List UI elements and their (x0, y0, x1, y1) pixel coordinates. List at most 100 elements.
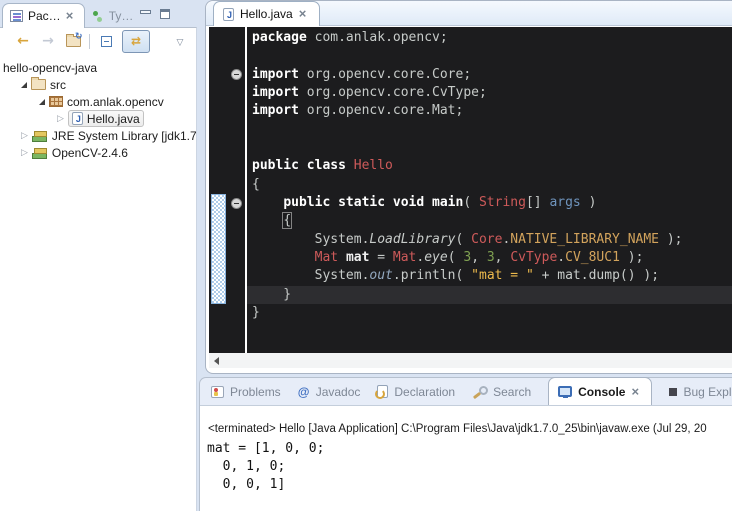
fold-collapse-icon[interactable] (231, 69, 242, 80)
expanded-arrow-icon[interactable] (39, 99, 45, 105)
tree-item-label: com.anlak.opencv (67, 95, 164, 109)
view-menu-button[interactable] (171, 31, 189, 51)
tree-item-com-anlak-opencv[interactable]: com.anlak.opencv (0, 93, 196, 110)
collapsed-arrow-icon[interactable]: ▷ (57, 114, 64, 123)
back-button[interactable] (14, 31, 32, 51)
back-icon (17, 32, 29, 50)
search-icon (472, 385, 487, 399)
code-line: import org.opencv.core.CvType; (247, 84, 732, 102)
tab-bug-explorer[interactable]: Bug Explorer (669, 385, 732, 399)
library-icon (32, 130, 48, 142)
editor-pane: Hello.java package com.anlak.opencv; imp… (205, 0, 732, 374)
collapsed-arrow-icon[interactable]: ▷ (21, 148, 28, 157)
editor-code-area[interactable]: package com.anlak.opencv; import org.ope… (209, 27, 732, 353)
view-menu-icon (177, 32, 184, 50)
collapse-all-button[interactable] (97, 31, 115, 51)
tab-label: Console (578, 385, 625, 399)
tab-label: Declaration (394, 385, 455, 399)
declaration-icon (377, 385, 388, 398)
left-tabbar: Pac… Ty… (2, 2, 197, 27)
library-icon (32, 147, 48, 159)
tree-item-label: JRE System Library [jdk1.7.0 (52, 129, 196, 143)
javadoc-icon (298, 386, 310, 398)
link-with-editor-button[interactable] (122, 30, 150, 53)
tree-item-jre-system-library-jdk1-7-0[interactable]: ▷ JRE System Library [jdk1.7.0 (0, 127, 196, 144)
tab-label: Bug Explorer (683, 385, 732, 399)
console-output-line: 0, 0, 1] (207, 476, 732, 494)
console-icon (558, 386, 572, 397)
collapsed-arrow-icon[interactable]: ▷ (21, 131, 28, 140)
up-folder-icon (66, 36, 81, 47)
package-explorer-panel: Pac… Ty… hello-opencv-java srccom.anlak.op… (0, 0, 197, 511)
tab-ty[interactable]: Ty… (85, 5, 141, 27)
toolbar-separator (89, 34, 90, 49)
tab-declaration[interactable]: Declaration (377, 385, 455, 399)
problems-icon (211, 386, 224, 398)
link-with-editor-icon (131, 32, 141, 50)
maximize-icon[interactable] (160, 9, 170, 19)
code-line (247, 47, 732, 65)
scroll-left-icon[interactable] (214, 357, 219, 365)
forward-icon (42, 32, 54, 50)
tab-javadoc[interactable]: Javadoc (298, 385, 361, 399)
code-line: } (247, 286, 732, 304)
tree-item-label: Hello.java (87, 112, 140, 126)
tab-label: Problems (230, 385, 281, 399)
tab-label: Search (493, 385, 531, 399)
bug-square-icon (669, 388, 677, 396)
code-line: } (247, 304, 732, 322)
console-header: <terminated> Hello [Java Application] C:… (208, 423, 732, 435)
bottom-views-panel: Problems Javadoc Declaration Search Console B… (199, 377, 732, 511)
package-explorer-body: hello-opencv-javasrccom.anlak.opencv▷Hel… (0, 27, 197, 511)
expanded-arrow-icon[interactable] (21, 82, 27, 88)
left-tabbar-tabs: Pac… Ty… (2, 3, 140, 27)
tab-problems[interactable]: Problems (211, 385, 281, 399)
code-line: { (247, 212, 732, 230)
code-line: { (247, 176, 732, 194)
tree-item-label: OpenCV-2.4.6 (52, 146, 128, 160)
tab-label: Javadoc (316, 385, 361, 399)
console-output-line: mat = [1, 0, 0; (207, 440, 732, 458)
tree-item-label: src (50, 78, 66, 92)
code-line: import org.opencv.core.Core; (247, 66, 732, 84)
source-folder-icon (31, 79, 46, 90)
code-line: System.LoadLibrary( Core.NATIVE_LIBRARY_… (247, 231, 732, 249)
editor-horizontal-scrollbar[interactable] (209, 353, 732, 368)
type-hierarchy-icon (92, 10, 104, 23)
collapse-all-icon (101, 36, 112, 47)
console-output[interactable]: mat = [1, 0, 0; 0, 1, 0; 0, 0, 1] (207, 440, 732, 494)
view-window-buttons (140, 9, 170, 19)
console-view: <terminated> Hello [Java Application] C:… (200, 405, 732, 511)
tab-console[interactable]: Console (548, 377, 652, 405)
package-explorer-icon (10, 10, 23, 22)
code-line: public static void main( String[] args ) (247, 194, 732, 212)
code-line: import org.opencv.core.Mat; (247, 102, 732, 120)
tab-label: Pac… (28, 9, 61, 23)
editor-tab-hello-java[interactable]: Hello.java (213, 1, 320, 26)
forward-button[interactable] (39, 31, 57, 51)
code-lines: package com.anlak.opencv; import org.ope… (247, 29, 732, 323)
tree-item-hello-java[interactable]: ▷ Hello.java (0, 110, 196, 127)
tab-search[interactable]: Search (472, 385, 531, 399)
tree-item-hello-opencv-java[interactable]: hello-opencv-java (0, 59, 196, 76)
console-output-line: 0, 1, 0; (207, 458, 732, 476)
tab-pac[interactable]: Pac… (2, 3, 85, 28)
tree-item-label: hello-opencv-java (3, 61, 97, 75)
tree-item-src[interactable]: src (0, 76, 196, 93)
range-indicator (211, 194, 226, 304)
close-icon[interactable] (66, 10, 77, 22)
fold-collapse-icon[interactable] (231, 198, 242, 209)
code-line: package com.anlak.opencv; (247, 29, 732, 47)
code-line (247, 139, 732, 157)
selected-tree-item: Hello.java (68, 110, 144, 127)
minimize-icon[interactable] (140, 9, 150, 19)
up-button[interactable] (64, 31, 82, 51)
bottom-tabbar: Problems Javadoc Declaration Search Console B… (200, 378, 732, 405)
code-line (247, 121, 732, 139)
java-file-icon (72, 112, 83, 125)
close-icon[interactable] (299, 8, 310, 20)
code-line: System.out.println( "mat = " + mat.dump(… (247, 267, 732, 285)
package-icon (49, 96, 63, 107)
close-icon[interactable] (631, 386, 642, 398)
tree-item-opencv-2-4-6[interactable]: ▷ OpenCV-2.4.6 (0, 144, 196, 161)
